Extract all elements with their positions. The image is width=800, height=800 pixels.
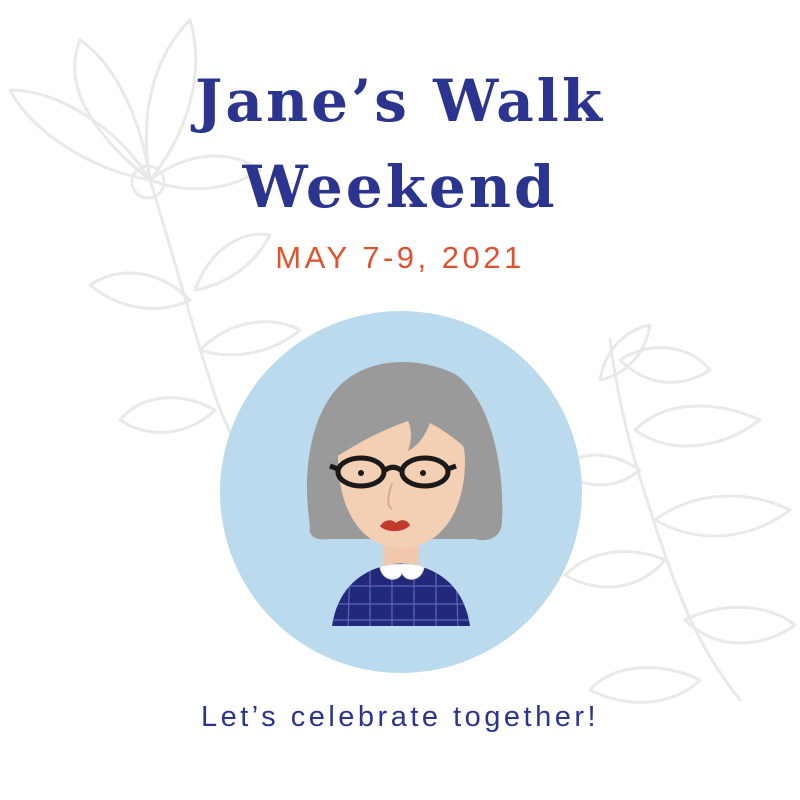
tagline: Let’s celebrate together!: [200, 701, 600, 733]
event-date: MAY 7-9, 2021: [275, 240, 525, 275]
title-line-1: Jane’s Walk: [194, 67, 606, 135]
portrait-illustration: [220, 311, 582, 673]
right-eye: [420, 470, 426, 476]
right-leaf: [618, 346, 712, 384]
left-leaf: [88, 271, 192, 310]
title-line-2: Weekend: [242, 153, 558, 221]
poster: Jane’s Walk Weekend MAY 7-9, 2021 Let’s …: [0, 0, 800, 800]
left-eye: [358, 470, 364, 476]
right-stem: [608, 338, 742, 702]
